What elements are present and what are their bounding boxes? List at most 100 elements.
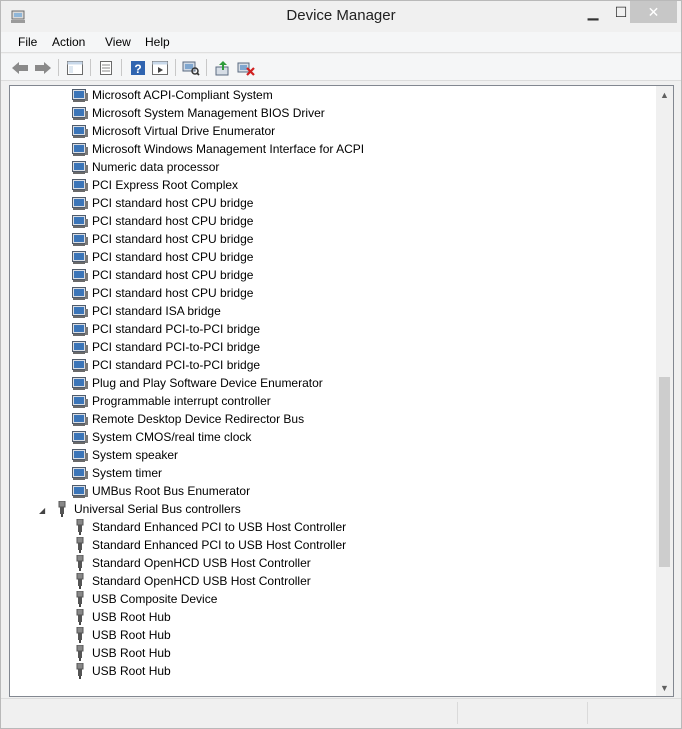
system-device-icon	[72, 395, 88, 408]
tree-item-device[interactable]: PCI standard host CPU bridge	[72, 266, 253, 284]
menu-file[interactable]: File	[18, 35, 37, 49]
toolbar-separator	[121, 59, 122, 76]
forward-button[interactable]	[33, 58, 53, 77]
system-device-icon	[72, 215, 88, 228]
device-label: USB Composite Device	[92, 592, 218, 606]
status-pane	[457, 702, 587, 724]
device-label: UMBus Root Bus Enumerator	[92, 484, 251, 498]
tree-item-usb-device[interactable]: USB Root Hub	[72, 644, 171, 662]
system-device-icon	[72, 305, 88, 318]
system-device-icon	[72, 449, 88, 462]
category-usb-controllers[interactable]: Universal Serial Bus controllers	[54, 500, 241, 518]
collapse-usb-expander-icon[interactable]: ◢	[39, 506, 49, 516]
tree-item-usb-device[interactable]: USB Composite Device	[72, 590, 217, 608]
status-bar	[1, 698, 681, 728]
minimize-icon: ▁	[587, 3, 599, 20]
tree-item-device[interactable]: System timer	[72, 464, 162, 482]
device-label: PCI standard ISA bridge	[92, 304, 221, 318]
scroll-down-button[interactable]: ▼	[656, 679, 673, 696]
tree-item-device[interactable]: PCI standard host CPU bridge	[72, 230, 253, 248]
system-device-icon	[72, 359, 88, 372]
system-device-icon	[72, 377, 88, 390]
tree-item-usb-device[interactable]: Standard Enhanced PCI to USB Host Contro…	[72, 518, 346, 536]
help-button[interactable]: ?	[128, 58, 148, 77]
show-hide-pane-button[interactable]	[150, 58, 170, 77]
tree-item-device[interactable]: System CMOS/real time clock	[72, 428, 251, 446]
tree-item-device[interactable]: PCI standard host CPU bridge	[72, 248, 253, 266]
tree-item-device[interactable]: Microsoft ACPI-Compliant System	[72, 86, 273, 104]
minimize-button[interactable]: ▁	[579, 1, 607, 23]
tree-item-device[interactable]: PCI standard host CPU bridge	[72, 284, 253, 302]
system-device-icon	[72, 413, 88, 426]
toolbar-separator	[175, 59, 176, 76]
toolbar-separator	[90, 59, 91, 76]
tree-item-device[interactable]: PCI Express Root Complex	[72, 176, 238, 194]
menu-view[interactable]: View	[105, 35, 131, 49]
update-driver-icon	[215, 60, 229, 75]
device-label: Microsoft Windows Management Interface f…	[92, 142, 365, 156]
system-device-icon	[72, 341, 88, 354]
tree-item-usb-device[interactable]: Standard Enhanced PCI to USB Host Contro…	[72, 536, 346, 554]
device-label: Plug and Play Software Device Enumerator	[92, 376, 323, 390]
device-label: Microsoft ACPI-Compliant System	[92, 88, 273, 102]
toolbar-separator	[58, 59, 59, 76]
usb-device-icon	[76, 519, 84, 535]
device-label: PCI standard host CPU bridge	[92, 268, 254, 282]
menu-help[interactable]: Help	[145, 35, 170, 49]
tree-item-usb-device[interactable]: Standard OpenHCD USB Host Controller	[72, 572, 311, 590]
console-tree-button[interactable]	[65, 58, 85, 77]
scan-hardware-button[interactable]	[181, 58, 201, 77]
update-driver-button[interactable]	[213, 58, 233, 77]
usb-device-icon	[76, 591, 84, 607]
tree-item-device[interactable]: PCI standard PCI-to-PCI bridge	[72, 338, 260, 356]
device-label: PCI standard host CPU bridge	[92, 214, 254, 228]
system-device-icon	[72, 179, 88, 192]
usb-device-icon	[76, 609, 84, 625]
scroll-thumb[interactable]	[659, 377, 670, 568]
properties-button[interactable]	[96, 58, 116, 77]
tree-item-usb-device[interactable]: USB Root Hub	[72, 626, 171, 644]
close-button[interactable]: ✕	[630, 1, 677, 23]
tree-item-device[interactable]: Microsoft Windows Management Interface f…	[72, 140, 364, 158]
tree-item-device[interactable]: PCI standard PCI-to-PCI bridge	[72, 356, 260, 374]
system-device-icon	[72, 143, 88, 156]
tree-item-usb-device[interactable]: USB Root Hub	[72, 662, 171, 680]
system-device-icon	[72, 125, 88, 138]
tree-item-device[interactable]: PCI standard host CPU bridge	[72, 194, 253, 212]
system-device-icon	[72, 89, 88, 102]
tree-item-device[interactable]: PCI standard ISA bridge	[72, 302, 221, 320]
device-label: PCI standard host CPU bridge	[92, 232, 254, 246]
device-label: System CMOS/real time clock	[92, 430, 252, 444]
tree-item-device[interactable]: Microsoft System Management BIOS Driver	[72, 104, 325, 122]
toolbar-separator	[206, 59, 207, 76]
tree-item-device[interactable]: PCI standard PCI-to-PCI bridge	[72, 320, 260, 338]
tree-item-device[interactable]: Plug and Play Software Device Enumerator	[72, 374, 323, 392]
system-device-icon	[72, 467, 88, 480]
scroll-up-button[interactable]: ▲	[656, 86, 673, 103]
system-device-icon	[72, 233, 88, 246]
device-label: USB Root Hub	[92, 646, 171, 660]
svg-text:?: ?	[134, 62, 141, 76]
device-label: Standard OpenHCD USB Host Controller	[92, 574, 311, 588]
menu-action[interactable]: Action	[52, 35, 85, 49]
tree-item-device[interactable]: Programmable interrupt controller	[72, 392, 271, 410]
category-label: Universal Serial Bus controllers	[74, 502, 241, 516]
uninstall-device-button[interactable]	[236, 58, 256, 77]
show-hide-pane-icon	[152, 60, 168, 75]
tree-item-device[interactable]: PCI standard host CPU bridge	[72, 212, 253, 230]
tree-item-usb-device[interactable]: USB Root Hub	[72, 608, 171, 626]
tree-item-device[interactable]: UMBus Root Bus Enumerator	[72, 482, 250, 500]
title-bar[interactable]: Device Manager ▁ ☐ ✕	[1, 1, 681, 31]
vertical-scrollbar[interactable]: ▲ ▼	[656, 86, 673, 696]
device-label: Remote Desktop Device Redirector Bus	[92, 412, 305, 426]
tree-item-device[interactable]: Microsoft Virtual Drive Enumerator	[72, 122, 275, 140]
device-tree[interactable]: Microsoft ACPI-Compliant System Microsoft…	[9, 85, 674, 697]
back-button[interactable]	[10, 58, 30, 77]
tree-item-device[interactable]: System speaker	[72, 446, 178, 464]
device-label: Microsoft System Management BIOS Driver	[92, 106, 325, 120]
console-tree-icon	[67, 60, 83, 75]
device-label: PCI standard PCI-to-PCI bridge	[92, 358, 261, 372]
tree-item-usb-device[interactable]: Standard OpenHCD USB Host Controller	[72, 554, 311, 572]
tree-item-device[interactable]: Numeric data processor	[72, 158, 219, 176]
tree-item-device[interactable]: Remote Desktop Device Redirector Bus	[72, 410, 304, 428]
